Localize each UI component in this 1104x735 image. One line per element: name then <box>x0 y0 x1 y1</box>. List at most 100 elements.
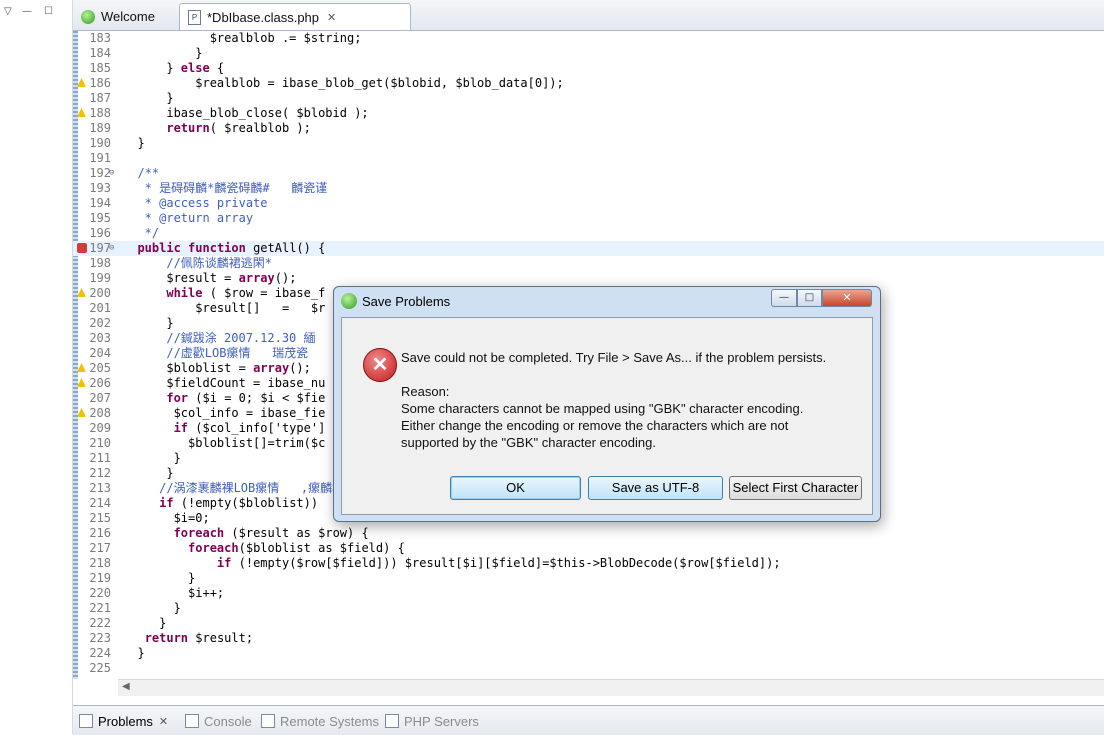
line-number: 196 <box>89 226 111 240</box>
reason-label: Reason: <box>401 384 450 399</box>
fold-toggle-icon[interactable]: ⊖ <box>109 241 114 256</box>
line-number: 203 <box>89 331 111 345</box>
line-number: 194 <box>89 196 111 210</box>
code-line[interactable]: 220 $i++; <box>73 586 1104 601</box>
view-tab-remote-systems[interactable]: Remote Systems <box>261 711 379 731</box>
code-line[interactable]: 216 foreach ($result as $row) { <box>73 526 1104 541</box>
close-button[interactable]: ✕ <box>822 289 872 307</box>
code-line[interactable]: 221 } <box>73 601 1104 616</box>
code-line[interactable]: 218 if (!empty($row[$field])) $result[$i… <box>73 556 1104 571</box>
code-text: } <box>123 466 174 480</box>
code-line[interactable]: 190 } <box>73 136 1104 151</box>
problems-icon <box>79 714 93 728</box>
view-tab-console[interactable]: Console <box>185 711 252 731</box>
line-number: 183 <box>89 31 111 45</box>
code-line[interactable]: 223 return $result; <box>73 631 1104 646</box>
dialog-title-bar[interactable]: Save Problems — □ ✕ <box>334 287 880 315</box>
fold-toggle-icon[interactable]: ⊖ <box>109 166 114 181</box>
select-first-character-button[interactable]: Select First Character <box>729 476 862 500</box>
code-line[interactable]: 217 foreach($bloblist as $field) { <box>73 541 1104 556</box>
line-number: 217 <box>89 541 111 555</box>
code-text: * @return array <box>123 211 254 225</box>
code-line[interactable]: 185 } else { <box>73 61 1104 76</box>
code-text: public function getAll() { <box>137 241 326 255</box>
code-text: //涡漆裹麟裸LOB瘰情 ,瘰麟楓瘰丸 <box>123 481 369 495</box>
view-tab-problems[interactable]: Problems ✕ <box>79 711 168 731</box>
line-number: 224 <box>89 646 111 660</box>
line-number: 209 <box>89 421 111 435</box>
view-tab-php-servers[interactable]: PHP Servers <box>385 711 479 731</box>
code-text: /** <box>123 166 160 180</box>
code-text: return( $realblob ); <box>166 121 311 135</box>
code-line[interactable]: 188 ibase_blob_close( $blobid ); <box>73 106 1104 121</box>
tab-dbibase-class-php[interactable]: P *DbIbase.class.php ✕ <box>179 3 411 30</box>
line-number: 205 <box>89 361 111 375</box>
code-line[interactable]: 219 } <box>73 571 1104 586</box>
code-line[interactable]: 225 <box>73 661 1104 676</box>
code-line[interactable]: 193 * 是碍碍麟*麟瓷碍麟# 麟瓷谨 <box>73 181 1104 196</box>
view-tab-label: PHP Servers <box>404 713 479 729</box>
code-text: ibase_blob_close( $blobid ); <box>123 106 369 120</box>
code-text: foreach($bloblist as $field) { <box>188 541 405 555</box>
code-line[interactable]: 189 return( $realblob ); <box>73 121 1104 136</box>
line-number: 204 <box>89 346 111 360</box>
bottom-view-bar: Problems ✕ Console Remote Systems PHP Se… <box>73 705 1104 735</box>
code-line[interactable]: 187 } <box>73 91 1104 106</box>
code-text: $realblob = ibase_blob_get($blobid, $blo… <box>123 76 564 90</box>
line-number: 202 <box>89 316 111 330</box>
save-as-utf8-button[interactable]: Save as UTF-8 <box>588 476 723 500</box>
view-tab-label: Problems <box>98 713 153 729</box>
code-line[interactable]: 199 $result = array(); <box>73 271 1104 286</box>
line-number: 199 <box>89 271 111 285</box>
code-text: } <box>123 91 174 105</box>
code-line[interactable]: 224 } <box>73 646 1104 661</box>
scroll-left-icon[interactable]: ◀ <box>122 681 130 692</box>
code-text: if (!empty($row[$field])) $result[$i][$f… <box>216 556 781 570</box>
code-line[interactable]: 184 } <box>73 46 1104 61</box>
code-text: $realblob .= $string; <box>123 31 362 45</box>
code-line[interactable]: 197 ⊖ public function getAll() { <box>73 241 1104 256</box>
horizontal-scrollbar[interactable]: ◀ <box>118 679 1104 696</box>
ok-button[interactable]: OK <box>450 476 581 500</box>
view-menu-icon[interactable]: ▽ <box>4 6 12 17</box>
code-line[interactable]: 191 <box>73 151 1104 166</box>
line-number: 214 <box>89 496 111 510</box>
code-text: $fieldCount = ibase_nu <box>123 376 326 390</box>
minimize-button[interactable]: — <box>771 289 797 307</box>
minimize-icon[interactable]: — <box>22 6 32 17</box>
code-text: if ($col_info['type'] <box>173 421 326 435</box>
tab-welcome[interactable]: Welcome <box>73 3 177 30</box>
close-icon[interactable]: ✕ <box>159 715 168 728</box>
tab-label: Welcome <box>101 9 155 24</box>
code-line[interactable]: 222 } <box>73 616 1104 631</box>
code-text: $col_info = ibase_fie <box>123 406 326 420</box>
code-line[interactable]: 198 //佩陈谈麟裙逃閑* <box>73 256 1104 271</box>
line-number: 225 <box>89 661 111 675</box>
maximize-button[interactable]: □ <box>797 289 822 307</box>
code-line[interactable]: 194 * @access private <box>73 196 1104 211</box>
view-tab-label: Console <box>204 713 252 729</box>
reason-line: Some characters cannot be mapped using "… <box>401 401 804 416</box>
left-panel: ▽ — ☐ <box>0 0 73 734</box>
line-number: 216 <box>89 526 111 540</box>
line-number: 200 <box>89 286 111 300</box>
code-line[interactable]: 192 ⊖ /** <box>73 166 1104 181</box>
code-text: } <box>123 46 203 60</box>
line-number: 185 <box>89 61 111 75</box>
code-text: } <box>123 646 145 660</box>
code-line[interactable]: 195 * @return array <box>73 211 1104 226</box>
line-number: 211 <box>89 451 111 465</box>
maximize-icon[interactable]: ☐ <box>44 6 53 17</box>
code-text: while ( $row = ibase_f <box>166 286 326 300</box>
line-number: 210 <box>89 436 111 450</box>
code-line[interactable]: 186 $realblob = ibase_blob_get($blobid, … <box>73 76 1104 91</box>
code-text: //虚歡LOB瘰情 瑞茂瓷 <box>123 346 309 360</box>
code-text: foreach ($result as $row) { <box>173 526 369 540</box>
line-number: 222 <box>89 616 111 630</box>
line-number: 207 <box>89 391 111 405</box>
code-text: } <box>123 136 145 150</box>
code-line[interactable]: 196 */ <box>73 226 1104 241</box>
code-line[interactable]: 183 $realblob .= $string; <box>73 31 1104 46</box>
php-file-icon: P <box>188 9 201 25</box>
tab-close-icon[interactable]: ✕ <box>327 11 336 24</box>
